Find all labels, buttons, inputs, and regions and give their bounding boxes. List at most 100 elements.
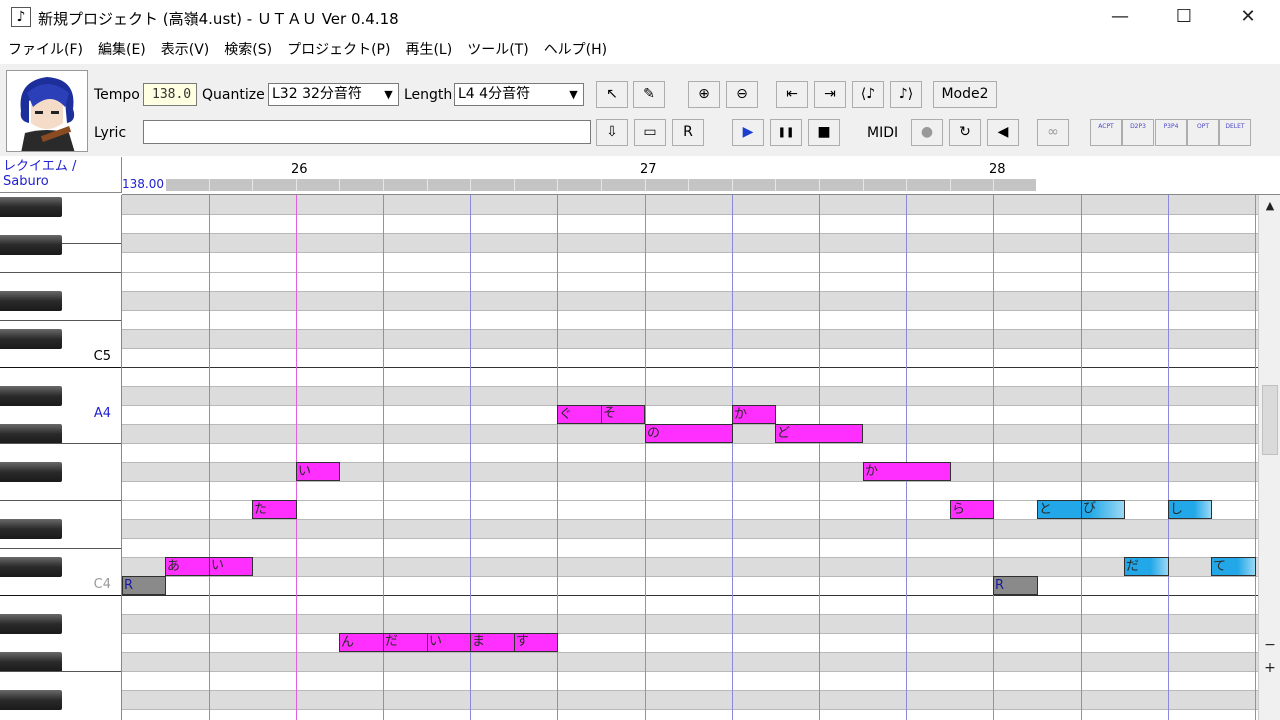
- note[interactable]: い: [296, 462, 340, 481]
- black-key[interactable]: [0, 291, 62, 311]
- go-end-button[interactable]: ⇥: [814, 81, 846, 108]
- zoom-in-button[interactable]: ⊕: [688, 81, 720, 108]
- grid-hline: [122, 291, 1258, 292]
- erase-icon: ▭: [643, 124, 657, 140]
- maximize-button[interactable]: ☐: [1152, 0, 1216, 34]
- erase-note-button[interactable]: ▭: [634, 119, 666, 146]
- next-note-button[interactable]: ♪⟩: [890, 81, 922, 108]
- singer-name[interactable]: レクイエム / Saburo: [0, 157, 122, 193]
- singer-avatar[interactable]: [6, 70, 88, 152]
- tempo-input[interactable]: 138.0: [143, 83, 197, 106]
- black-key[interactable]: [0, 197, 62, 217]
- note[interactable]: とび: [1037, 500, 1125, 519]
- menu-project[interactable]: プロジェクト(P): [279, 38, 397, 62]
- acpt-icon: ACPT: [1098, 123, 1114, 130]
- note-lyric: い: [427, 634, 442, 651]
- pencil-tool-button[interactable]: ✎: [633, 81, 665, 108]
- menu-tools[interactable]: ツール(T): [459, 38, 535, 62]
- d2p3-button[interactable]: D2P3: [1122, 119, 1154, 146]
- menu-search[interactable]: 検索(S): [216, 38, 279, 62]
- note-lyric: て: [1213, 559, 1227, 574]
- stop-button[interactable]: ■: [808, 119, 840, 146]
- insert-note-button[interactable]: ⇩: [596, 119, 628, 146]
- pointer-tool-button[interactable]: ↖: [596, 81, 628, 108]
- p3p4-button[interactable]: P3P4: [1155, 119, 1187, 146]
- note[interactable]: た: [252, 500, 297, 519]
- black-key[interactable]: [0, 386, 62, 406]
- note-lyric: ま: [470, 634, 485, 651]
- grid-hline: [122, 310, 1258, 311]
- play-button[interactable]: ▶: [732, 119, 764, 146]
- black-key[interactable]: [0, 329, 62, 349]
- black-key[interactable]: [0, 519, 62, 539]
- black-key[interactable]: [0, 462, 62, 482]
- zoom-out-button[interactable]: ⊖: [726, 81, 758, 108]
- grid-hline: [122, 538, 1258, 539]
- measure-ruler[interactable]: 26 27 28 138.00: [122, 157, 1280, 195]
- note[interactable]: だ: [1124, 557, 1169, 576]
- black-key[interactable]: [0, 424, 62, 444]
- scroll-up-button[interactable]: ▲: [1261, 197, 1279, 215]
- tempo-tick: [688, 179, 689, 191]
- mode2-button[interactable]: Mode2: [933, 81, 997, 108]
- rest-icon: R: [683, 124, 693, 140]
- note[interactable]: んだいます: [339, 633, 558, 652]
- black-key[interactable]: [0, 235, 62, 255]
- quantize-select[interactable]: L32 32分音符 ▼: [268, 83, 399, 106]
- go-start-button[interactable]: ⇤: [776, 81, 808, 108]
- pause-button[interactable]: ❚❚: [770, 119, 802, 146]
- speaker-button[interactable]: ◀: [987, 119, 1019, 146]
- insert-rest-button[interactable]: R: [672, 119, 704, 146]
- opt-button[interactable]: OPT: [1187, 119, 1219, 146]
- menu-file[interactable]: ファイル(F): [0, 38, 90, 62]
- play-icon: ▶: [742, 124, 754, 140]
- note[interactable]: ぐそ: [557, 405, 645, 424]
- piano-keyboard[interactable]: C5 A4 C4: [0, 195, 122, 720]
- delet-button[interactable]: DELET: [1219, 119, 1251, 146]
- note-rest[interactable]: R: [993, 576, 1038, 595]
- prev-note-button[interactable]: ⟨♪: [852, 81, 884, 108]
- close-button[interactable]: ✕: [1216, 0, 1280, 34]
- acpt-button[interactable]: ACPT: [1090, 119, 1122, 146]
- scroll-thumb[interactable]: [1262, 385, 1278, 455]
- tempo-tick: [296, 179, 297, 191]
- length-value: L4 4分音符: [458, 86, 531, 102]
- tempo-strip[interactable]: [122, 179, 1036, 191]
- note[interactable]: の: [645, 424, 733, 443]
- menu-playback[interactable]: 再生(L): [397, 38, 459, 62]
- p3p4-icon: P3P4: [1163, 123, 1179, 130]
- black-key[interactable]: [0, 690, 62, 710]
- note[interactable]: ど: [775, 424, 863, 443]
- beat-line: [819, 195, 820, 720]
- link-button[interactable]: ∞: [1037, 119, 1069, 146]
- note-grid[interactable]: R あい た い んだいます ぐそ の か ど か ら R とび だ し て: [122, 195, 1258, 720]
- black-key[interactable]: [0, 614, 62, 634]
- beat-line: [1168, 195, 1169, 720]
- grid-hline: [122, 386, 1258, 387]
- prev-note-icon: ⟨♪: [860, 86, 876, 102]
- loop-button[interactable]: ↻: [949, 119, 981, 146]
- length-select[interactable]: L4 4分音符 ▼: [454, 83, 584, 106]
- grid-hline: [122, 557, 1258, 558]
- note-rest[interactable]: R: [122, 576, 166, 595]
- tempo-tick: [906, 179, 907, 191]
- note[interactable]: ら: [950, 500, 994, 519]
- black-key[interactable]: [0, 652, 62, 672]
- note[interactable]: あい: [165, 557, 253, 576]
- lyric-input[interactable]: [143, 120, 591, 144]
- zoom-plus-button[interactable]: +: [1261, 659, 1279, 677]
- note[interactable]: か: [863, 462, 951, 481]
- note-lyric: だ: [1126, 559, 1140, 574]
- note[interactable]: て: [1211, 557, 1256, 576]
- zoom-minus-button[interactable]: −: [1261, 636, 1279, 654]
- menu-edit[interactable]: 編集(E): [90, 38, 153, 62]
- menu-view[interactable]: 表示(V): [153, 38, 217, 62]
- menu-help[interactable]: ヘルプ(H): [536, 38, 614, 62]
- minimize-button[interactable]: —: [1088, 0, 1152, 34]
- note[interactable]: し: [1168, 500, 1212, 519]
- black-key[interactable]: [0, 557, 62, 577]
- skip-end-icon: ⇥: [824, 86, 836, 102]
- record-button[interactable]: ●: [911, 119, 943, 146]
- note[interactable]: か: [732, 405, 776, 424]
- vertical-scrollbar[interactable]: ▲ − +: [1258, 195, 1280, 720]
